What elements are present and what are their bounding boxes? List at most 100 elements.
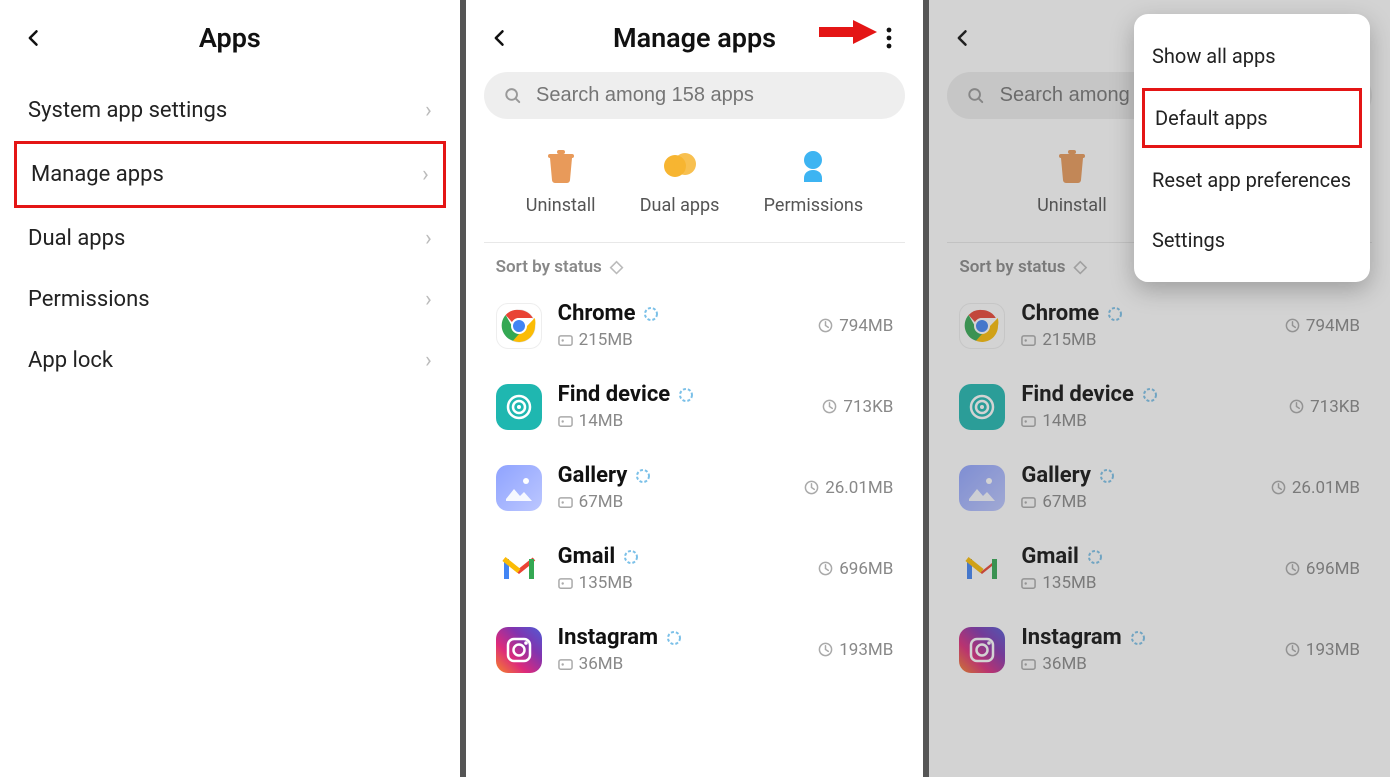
item-dual-apps[interactable]: Dual apps › <box>0 208 460 269</box>
storage-icon <box>1021 576 1036 591</box>
menu-default-apps[interactable]: Default apps <box>1142 88 1362 148</box>
action-dual-apps[interactable]: Dual apps <box>640 149 720 216</box>
search-bar[interactable] <box>484 72 906 119</box>
action-uninstall[interactable]: Uninstall <box>1037 149 1107 216</box>
app-list: Chrome 215MB 794MB Find device <box>466 285 924 690</box>
chevron-left-icon <box>953 28 973 48</box>
back-button[interactable] <box>486 24 514 52</box>
app-row-chrome[interactable]: Chrome 215MB 794MB <box>492 285 898 366</box>
app-main: Find device 14MB <box>558 382 807 431</box>
app-storage: 135MB <box>1042 573 1096 593</box>
back-button[interactable] <box>949 24 977 52</box>
clock-icon <box>818 318 833 333</box>
search-input[interactable] <box>536 84 885 107</box>
app-icon-find-device <box>959 384 1005 430</box>
app-main: Gmail 135MB <box>558 544 803 593</box>
more-button[interactable] <box>875 24 903 52</box>
app-right: 696MB <box>818 559 893 579</box>
app-storage: 67MB <box>1042 492 1087 512</box>
app-icon-gallery <box>496 465 542 511</box>
app-data: 193MB <box>839 640 893 660</box>
action-uninstall[interactable]: Uninstall <box>526 149 596 216</box>
app-icon-chrome <box>496 303 542 349</box>
link-badge-icon <box>1107 306 1123 322</box>
app-right: 713KB <box>822 397 893 417</box>
item-label: App lock <box>28 348 113 373</box>
item-system-app-settings[interactable]: System app settings › <box>0 80 460 141</box>
chevron-right-icon: › <box>425 226 432 251</box>
app-storage: 36MB <box>579 654 624 674</box>
action-label: Uninstall <box>526 195 596 216</box>
item-permissions[interactable]: Permissions › <box>0 269 460 330</box>
app-row-gmail[interactable]: Gmail 135MB 696MB <box>492 528 898 609</box>
app-row-gallery[interactable]: Gallery67MB 26.01MB <box>955 447 1364 528</box>
app-data: 794MB <box>839 316 893 336</box>
panel-apps: Apps System app settings › Manage apps ›… <box>0 0 463 777</box>
app-name: Gmail <box>558 544 615 569</box>
app-data: 713KB <box>1310 397 1360 417</box>
app-storage: 135MB <box>579 573 633 593</box>
app-icon-chrome <box>959 303 1005 349</box>
app-main: Chrome 215MB <box>558 301 803 350</box>
storage-icon <box>1021 414 1036 429</box>
link-badge-icon <box>1142 387 1158 403</box>
app-row-gmail[interactable]: Gmail135MB 696MB <box>955 528 1364 609</box>
action-permissions[interactable]: Permissions <box>764 149 864 216</box>
header: Apps <box>0 0 460 70</box>
action-label: Permissions <box>764 195 864 216</box>
app-row-gallery[interactable]: Gallery 67MB 26.01MB <box>492 447 898 528</box>
app-storage: 14MB <box>1042 411 1087 431</box>
link-badge-icon <box>1087 549 1103 565</box>
storage-icon <box>1021 657 1036 672</box>
app-storage: 14MB <box>579 411 624 431</box>
clock-icon <box>804 480 819 495</box>
app-row-find-device[interactable]: Find device 14MB 713KB <box>492 366 898 447</box>
app-row-chrome[interactable]: Chrome215MB 794MB <box>955 285 1364 366</box>
app-name: Find device <box>1021 382 1134 407</box>
app-name: Find device <box>558 382 671 407</box>
item-label: Dual apps <box>28 226 125 251</box>
app-right: 794MB <box>818 316 893 336</box>
clock-icon <box>1271 480 1286 495</box>
clock-icon <box>1285 318 1300 333</box>
link-badge-icon <box>1099 468 1115 484</box>
panel-manage-apps: Manage apps Uninstall Dual apps <box>463 0 927 777</box>
storage-icon <box>1021 495 1036 510</box>
app-data: 794MB <box>1306 316 1360 336</box>
link-badge-icon <box>678 387 694 403</box>
chevron-left-icon <box>490 28 510 48</box>
app-data: 26.01MB <box>825 478 893 498</box>
storage-icon <box>558 576 573 591</box>
storage-icon <box>558 495 573 510</box>
search-icon <box>504 86 522 106</box>
item-label: Permissions <box>28 287 150 312</box>
app-main: Gallery 67MB <box>558 463 789 512</box>
item-label: Manage apps <box>31 162 164 187</box>
app-row-instagram[interactable]: Instagram36MB 193MB <box>955 609 1364 690</box>
item-manage-apps[interactable]: Manage apps › <box>14 141 446 208</box>
menu-reset-app-preferences[interactable]: Reset app preferences <box>1134 150 1370 210</box>
back-button[interactable] <box>20 24 48 52</box>
app-storage: 67MB <box>579 492 624 512</box>
app-storage: 215MB <box>579 330 633 350</box>
menu-show-all-apps[interactable]: Show all apps <box>1134 26 1370 86</box>
storage-icon <box>558 333 573 348</box>
app-name: Instagram <box>558 625 658 650</box>
app-data: 696MB <box>1306 559 1360 579</box>
sort-caret-icon: ◇ <box>610 257 623 277</box>
app-row-instagram[interactable]: Instagram 36MB 193MB <box>492 609 898 690</box>
app-data: 26.01MB <box>1292 478 1360 498</box>
clock-icon <box>1285 642 1300 657</box>
item-app-lock[interactable]: App lock › <box>0 330 460 391</box>
app-main: Instagram 36MB <box>558 625 803 674</box>
app-right: 193MB <box>818 640 893 660</box>
menu-settings[interactable]: Settings <box>1134 210 1370 270</box>
link-badge-icon <box>643 306 659 322</box>
app-row-find-device[interactable]: Find device 14MB 713KB <box>955 366 1364 447</box>
app-icon-instagram <box>959 627 1005 673</box>
link-badge-icon <box>635 468 651 484</box>
search-icon <box>967 86 985 106</box>
annotation-arrow-icon <box>819 18 879 46</box>
link-badge-icon <box>1130 630 1146 646</box>
sort-row[interactable]: Sort by status ◇ <box>466 243 924 285</box>
